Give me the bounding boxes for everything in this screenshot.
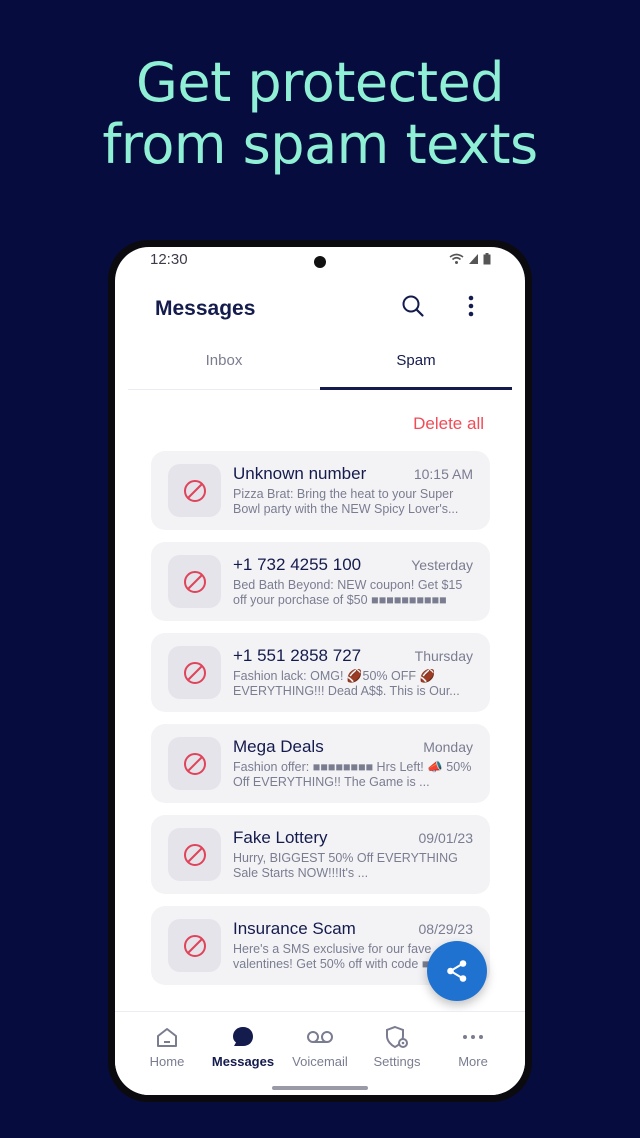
message-card[interactable]: Mega Deals Monday Fashion offer: ■■■■■■■… [151,724,490,803]
blocked-icon [183,570,206,593]
battery-icon [483,253,491,265]
nav-messages-label: Messages [211,1054,275,1069]
front-camera [314,256,326,268]
nav-more[interactable]: More [435,1022,511,1069]
more-vert-icon[interactable] [453,288,489,324]
sender-name: +1 732 4255 100 [233,555,362,574]
message-card[interactable]: Unknown number 10:15 AM Pizza Brat: Brin… [151,451,490,530]
message-time: 09/01/23 [418,830,474,846]
message-time: Monday [423,739,473,755]
message-card[interactable]: Fake Lottery 09/01/23 Hurry, BIGGEST 50%… [151,815,490,894]
share-icon [447,960,467,982]
phone-screen: 12:30 Messages Inbox Spam Delete all Unk… [115,247,525,1095]
blocked-avatar [168,828,221,881]
nav-more-label: More [458,1054,488,1069]
search-icon[interactable] [395,288,431,324]
blocked-icon [183,479,206,502]
nav-settings[interactable]: Settings [359,1022,435,1069]
status-bar: 12:30 [115,247,525,275]
status-time: 12:30 [150,251,188,268]
phone-frame: 12:30 Messages Inbox Spam Delete all Unk… [108,240,532,1102]
promo-headline: Get protected from spam texts [0,52,640,176]
wifi-icon [449,253,464,264]
nav-home[interactable]: Home [129,1022,205,1069]
message-snippet: Fashion offer: ■■■■■■■■ Hrs Left! 📣 50% … [233,760,472,789]
bottom-navigation: Home Messages Voicemail Settings More [115,1011,525,1095]
message-time: 08/29/23 [418,921,474,937]
signal-icon [469,254,478,264]
message-snippet: Fashion lack: OMG! 🏈50% OFF 🏈 EVERYTHING… [233,669,460,698]
blocked-avatar [168,646,221,699]
message-snippet: Pizza Brat: Bring the heat to your Super… [233,487,459,516]
nav-voicemail[interactable]: Voicemail [282,1022,358,1069]
more-horiz-icon [463,1035,483,1039]
sender-name: Fake Lottery [233,828,328,847]
message-tabs: Inbox Spam [128,339,512,390]
message-snippet: Hurry, BIGGEST 50% Off EVERYTHING Sale S… [233,851,458,880]
system-icons [449,253,491,265]
tab-spam[interactable]: Spam [320,339,512,390]
blocked-icon [183,752,206,775]
nav-home-label: Home [149,1054,185,1069]
shield-gear-icon [386,1025,408,1049]
home-indicator[interactable] [272,1086,368,1090]
sender-name: +1 551 2858 727 [233,646,362,665]
nav-messages[interactable]: Messages [205,1022,281,1069]
blocked-avatar [168,555,221,608]
headline-line-1: Get protected [136,51,505,114]
blocked-icon [183,934,206,957]
message-snippet: Bed Bath Beyond: NEW coupon! Get $15 off… [233,578,463,607]
headline-line-2: from spam texts [102,113,538,176]
nav-settings-label: Settings [373,1054,421,1069]
blocked-avatar [168,464,221,517]
blocked-icon [183,843,206,866]
nav-voicemail-label: Voicemail [292,1054,348,1069]
message-time: Yesterday [411,557,473,573]
message-time: 10:15 AM [413,466,473,482]
sender-name: Insurance Scam [233,919,356,938]
blocked-icon [183,661,206,684]
sender-name: Mega Deals [233,737,324,756]
sender-name: Unknown number [233,464,367,483]
voicemail-icon [307,1031,333,1043]
message-card[interactable]: +1 551 2858 727 Thursday Fashion lack: O… [151,633,490,712]
blocked-avatar [168,919,221,972]
delete-all-button[interactable]: Delete all [413,414,484,434]
message-card[interactable]: +1 732 4255 100 Yesterday Bed Bath Beyon… [151,542,490,621]
spam-message-list: Unknown number 10:15 AM Pizza Brat: Brin… [151,451,490,997]
share-fab[interactable] [427,941,487,1001]
tab-inbox[interactable]: Inbox [128,339,320,389]
app-title: Messages [155,297,256,320]
chat-bubble-icon [233,1027,253,1046]
message-time: Thursday [414,648,473,664]
blocked-avatar [168,737,221,790]
home-icon [157,1028,177,1047]
